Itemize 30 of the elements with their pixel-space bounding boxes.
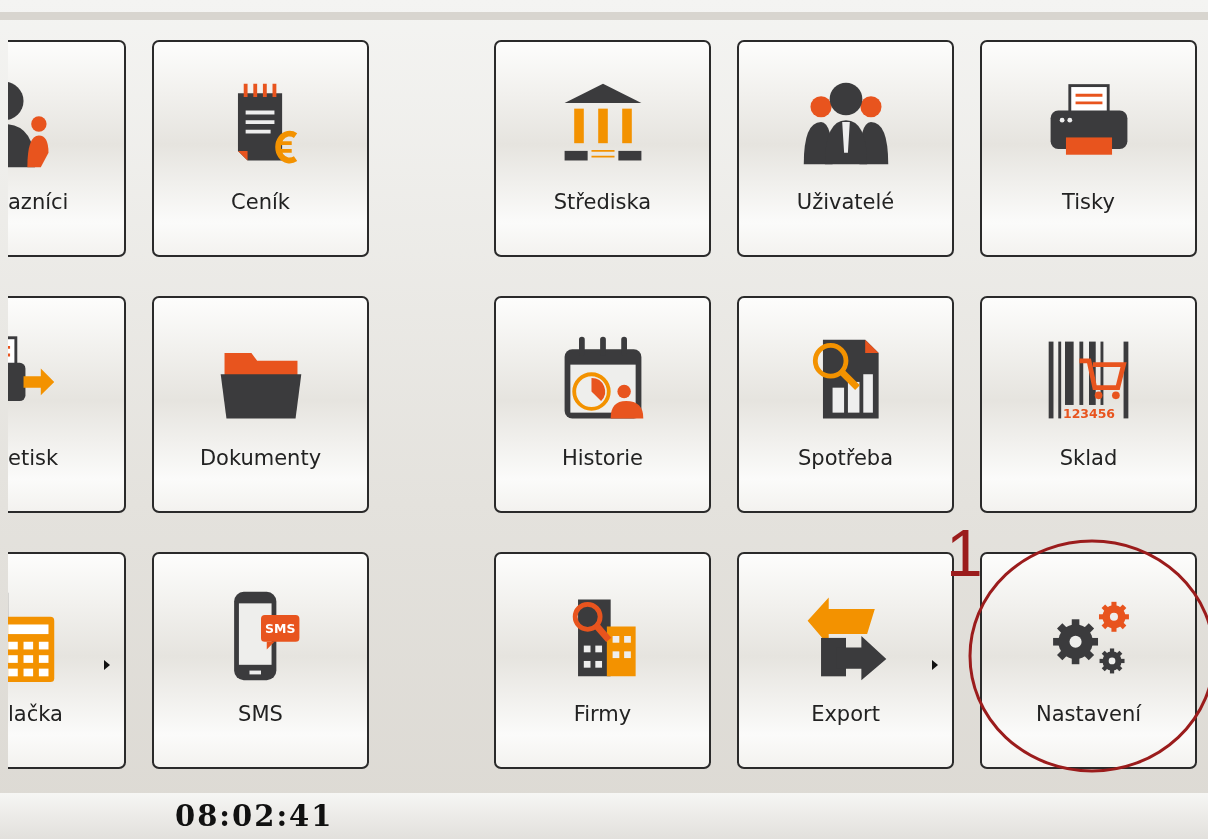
menu-tile[interactable]: Uživatelé bbox=[737, 40, 954, 257]
tile-label: Firmy bbox=[573, 702, 632, 726]
tile-label: Uživatelé bbox=[796, 190, 895, 214]
menu-tile[interactable]: Střediska bbox=[494, 40, 711, 257]
menu-tile[interactable]: Tisky bbox=[980, 40, 1197, 257]
tile-label: Sklad bbox=[1059, 446, 1118, 470]
menu-tile[interactable]: Firmy bbox=[494, 552, 711, 769]
tile-label: etisk bbox=[8, 446, 59, 470]
menu-tile[interactable]: Nastavení bbox=[980, 552, 1197, 769]
tile-label: lačka bbox=[8, 702, 63, 726]
tile-label: SMS bbox=[238, 702, 283, 726]
menu-tile[interactable]: Dokumenty bbox=[152, 296, 369, 513]
tile-label: Nastavení bbox=[1035, 702, 1142, 726]
menu-tile[interactable]: SMS SMS bbox=[152, 552, 369, 769]
tile-label: azníci bbox=[8, 190, 69, 214]
tile-label: Export bbox=[811, 702, 880, 726]
tile-label: Ceník bbox=[231, 190, 290, 214]
menu-tile[interactable]: Historie bbox=[494, 296, 711, 513]
menu-tile[interactable]: azníci bbox=[8, 40, 126, 257]
tile-label: Tisky bbox=[1062, 190, 1115, 214]
menu-tile[interactable]: lačka bbox=[8, 552, 126, 769]
tile-label: Dokumenty bbox=[199, 446, 322, 470]
menu-tile[interactable]: Ceník bbox=[152, 40, 369, 257]
clock-time: 08:02:41 bbox=[175, 799, 334, 833]
tile-label: Střediska bbox=[553, 190, 652, 214]
menu-tile[interactable]: etisk bbox=[8, 296, 126, 513]
tile-label: Historie bbox=[561, 446, 643, 470]
menu-tile[interactable]: 123456 Sklad bbox=[980, 296, 1197, 513]
tile-label: Spotřeba bbox=[797, 446, 893, 470]
menu-tile[interactable]: Spotřeba bbox=[737, 296, 954, 513]
